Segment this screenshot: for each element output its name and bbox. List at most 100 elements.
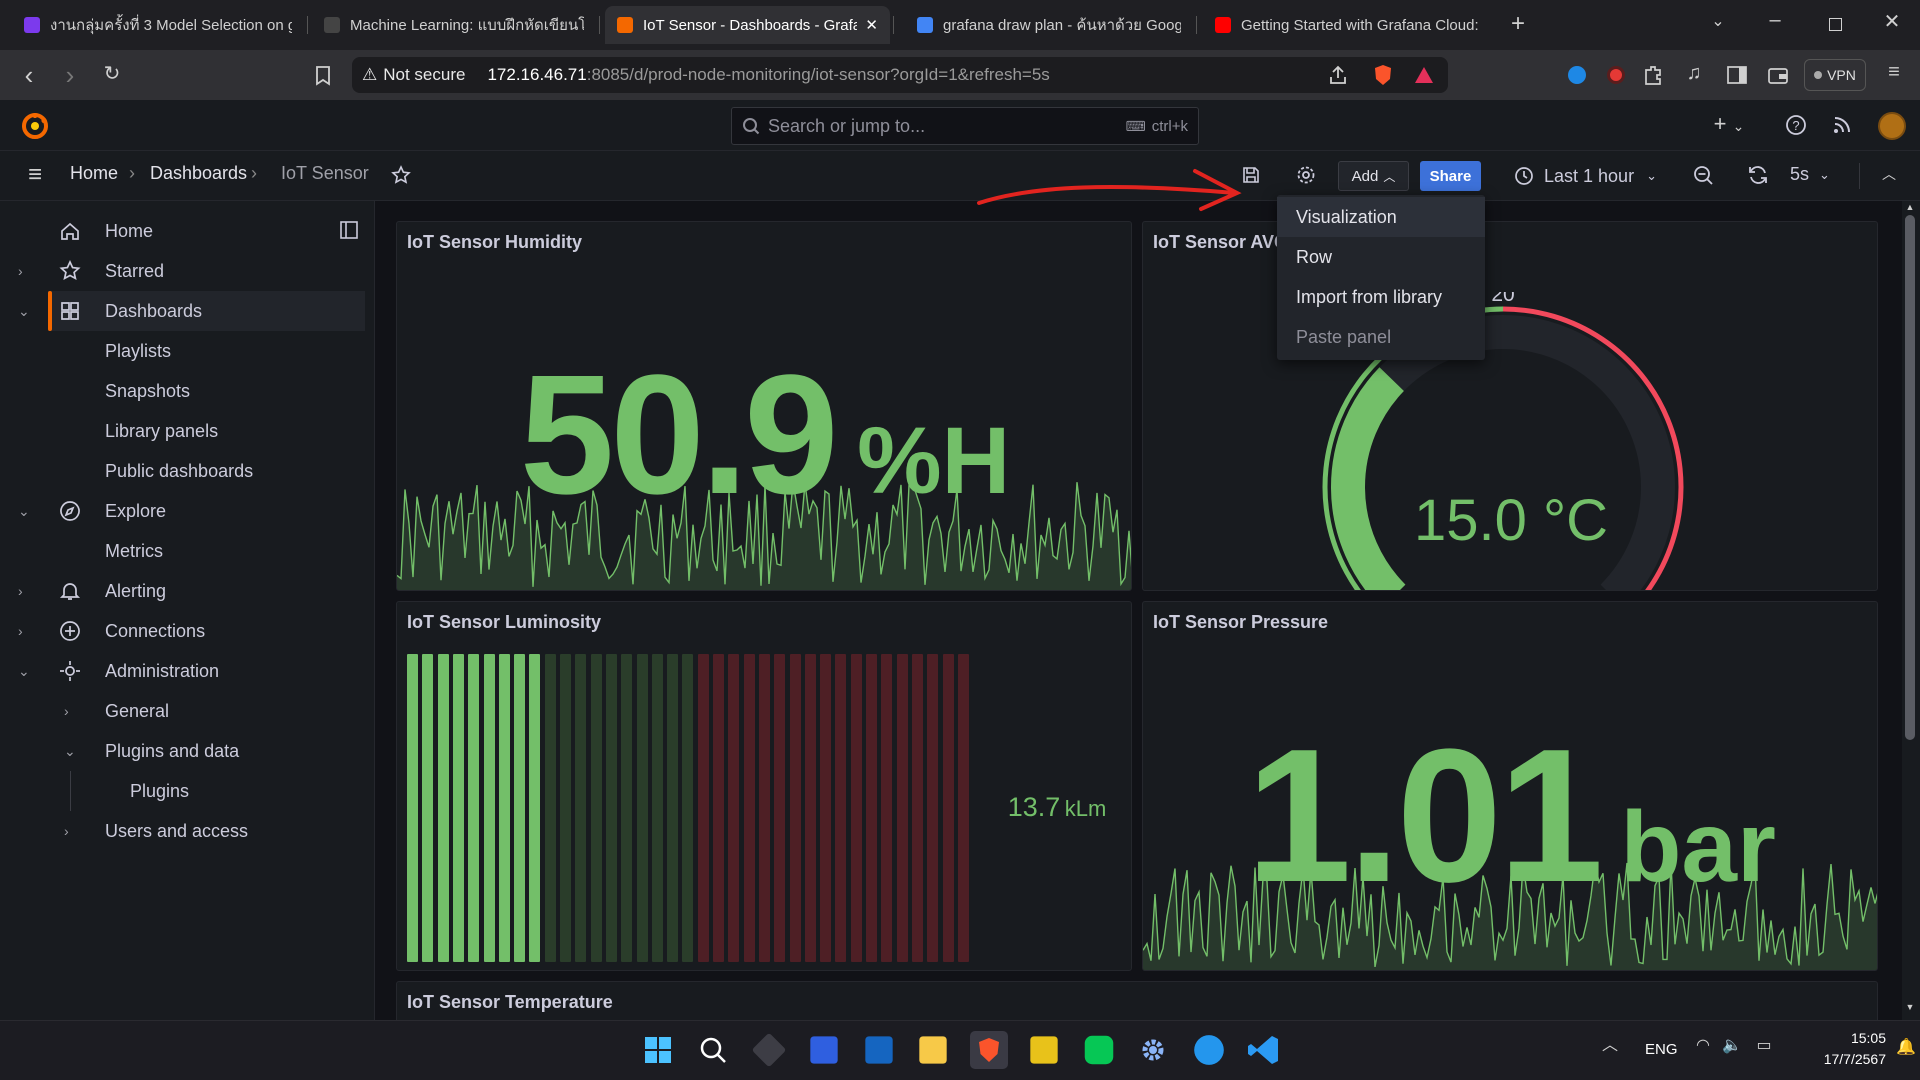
browser-tab[interactable]: IoT Sensor - Dashboards - Grafana ✕ <box>605 6 890 44</box>
sidebar-item-library-panels[interactable]: Library panels <box>0 411 365 451</box>
security-label: Not secure <box>383 65 466 84</box>
sidebar-item-explore[interactable]: ⌄ Explore <box>0 491 365 531</box>
language-indicator[interactable]: ENG <box>1645 1041 1678 1058</box>
close-tab-icon[interactable]: ✕ <box>857 16 878 34</box>
sidebar-item-dashboards[interactable]: ⌄ Dashboards <box>18 291 365 331</box>
sidebar-item-plugins-and-data[interactable]: ⌄ Plugins and data <box>0 731 365 771</box>
sidebar-item-snapshots[interactable]: Snapshots <box>0 371 365 411</box>
file-explorer-icon[interactable] <box>919 1036 947 1064</box>
taskbar-app-icon[interactable] <box>865 1036 893 1064</box>
media-icon[interactable]: ♫ <box>1683 63 1705 83</box>
chevron-right-icon[interactable]: › <box>18 623 23 639</box>
star-favorite-icon[interactable] <box>391 165 411 185</box>
refresh-interval-picker[interactable]: 5s ⌄ <box>1790 164 1830 185</box>
brave-browser-icon[interactable] <box>970 1031 1008 1069</box>
dashboard-settings-icon[interactable] <box>1296 165 1316 185</box>
close-window-button[interactable]: ✕ <box>1880 12 1904 32</box>
reload-icon[interactable]: ↻ <box>100 64 124 84</box>
breadcrumb-dashboards[interactable]: Dashboards <box>150 163 247 184</box>
brave-rewards-icon[interactable] <box>1413 65 1435 85</box>
chevron-right-icon[interactable]: › <box>18 583 23 599</box>
menu-item-import-from-library[interactable]: Import from library <box>1277 277 1485 317</box>
panel-avg-gauge[interactable]: IoT Sensor AVG 52035 15.0 °C <box>1142 221 1878 591</box>
line-app-icon[interactable] <box>1084 1035 1114 1065</box>
notification-bell-icon[interactable]: 🔔 <box>1896 1040 1916 1056</box>
user-avatar[interactable] <box>1878 112 1906 140</box>
scroll-down-icon[interactable]: ▼ <box>1903 1003 1917 1012</box>
wifi-icon[interactable]: ◠ <box>1693 1038 1713 1054</box>
browser-tab[interactable]: Machine Learning: แบบฝึกหัดเขียนโปรแ <box>312 6 596 44</box>
chevron-right-icon[interactable]: › <box>18 263 23 279</box>
time-range-picker[interactable]: Last 1 hour ⌄ <box>1514 161 1657 191</box>
panel-luminosity[interactable]: IoT Sensor Luminosity 13.7 kLm <box>396 601 1132 971</box>
add-button[interactable]: Add ︿ <box>1338 161 1409 191</box>
menu-item-visualization[interactable]: Visualization <box>1277 197 1485 237</box>
chevron-right-icon[interactable]: › <box>64 823 69 839</box>
brave-shield-icon[interactable] <box>1372 63 1394 87</box>
scrollbar-thumb[interactable] <box>1905 215 1915 740</box>
search-input[interactable]: Search or jump to... ⌨ ctrl+k <box>731 107 1199 145</box>
maximize-button[interactable] <box>1829 18 1842 31</box>
sidebar-item-connections[interactable]: › Connections <box>0 611 365 651</box>
panel-humidity[interactable]: IoT Sensor Humidity 50.9 %H <box>396 221 1132 591</box>
battery-icon[interactable]: ▭ <box>1754 1038 1774 1054</box>
help-icon[interactable]: ? <box>1785 114 1807 136</box>
tab-search-chevron-icon[interactable]: ⌄ <box>1706 14 1730 30</box>
share-button[interactable]: Share <box>1420 161 1481 191</box>
sidebar-item-plugins[interactable]: Plugins <box>0 771 365 811</box>
new-plus-icon[interactable]: + ⌄ <box>1709 113 1749 135</box>
chevron-right-icon[interactable]: › <box>64 703 69 719</box>
sidebar-item-public-dashboards[interactable]: Public dashboards <box>0 451 365 491</box>
browser-tab[interactable]: งานกลุ่มครั้งที่ 3 Model Selection on go <box>12 6 304 44</box>
sidebar-item-administration[interactable]: ⌄ Administration <box>0 651 365 691</box>
browser-menu-icon[interactable]: ≡ <box>1882 62 1906 82</box>
browser-tab[interactable]: grafana draw plan - ค้นหาด้วย Google <box>905 6 1193 44</box>
forward-icon[interactable]: › <box>58 62 82 88</box>
sidebar-item-playlists[interactable]: Playlists <box>0 331 365 371</box>
clock-time[interactable]: 15:05 <box>1830 1030 1886 1046</box>
grafana-logo-icon[interactable] <box>20 111 50 141</box>
share-page-icon[interactable] <box>1327 64 1349 86</box>
chevron-down-icon[interactable]: ⌄ <box>64 743 76 760</box>
vpn-button[interactable]: VPN <box>1804 59 1866 91</box>
docker-icon[interactable] <box>1194 1035 1224 1065</box>
menu-item-row[interactable]: Row <box>1277 237 1485 277</box>
browser-tab[interactable]: Getting Started with Grafana Cloud: I <box>1203 6 1493 44</box>
sidebar-item-metrics[interactable]: Metrics <box>0 531 365 571</box>
sidebar-item-alerting[interactable]: › Alerting <box>0 571 365 611</box>
pdf-app-icon[interactable] <box>1030 1036 1058 1064</box>
back-icon[interactable]: ‹ <box>17 62 41 88</box>
url-bar[interactable]: ⚠ Not secure 172.16.46.71 :8085/d/prod-n… <box>352 57 1448 93</box>
sidebar-toggle-icon[interactable] <box>1726 65 1748 85</box>
taskbar-search-icon[interactable] <box>694 1031 732 1069</box>
new-tab-button[interactable]: + <box>1505 12 1531 36</box>
chevron-down-icon[interactable]: ⌄ <box>18 503 30 520</box>
windows-start-icon[interactable] <box>639 1031 677 1069</box>
volume-icon[interactable]: 🔈 <box>1722 1038 1742 1054</box>
zoom-out-icon[interactable] <box>1693 165 1715 187</box>
news-rss-icon[interactable] <box>1832 115 1852 135</box>
extensions-puzzle-icon[interactable] <box>1642 64 1664 86</box>
clock-date[interactable]: 17/7/2567 <box>1790 1051 1886 1067</box>
extension-blue-icon[interactable] <box>1568 66 1586 84</box>
chevron-down-icon[interactable]: ⌄ <box>18 303 30 320</box>
refresh-icon[interactable] <box>1747 164 1769 186</box>
sidebar-item-home[interactable]: Home <box>0 211 365 251</box>
wallet-icon[interactable] <box>1767 65 1789 85</box>
breadcrumb-home[interactable]: Home <box>70 163 118 184</box>
extension-record-icon[interactable] <box>1607 66 1625 84</box>
settings-gear-icon[interactable] <box>1134 1031 1172 1069</box>
sidebar-item-general[interactable]: › General <box>0 691 365 731</box>
menu-hamburger-icon[interactable]: ≡ <box>20 163 50 187</box>
chevron-down-icon[interactable]: ⌄ <box>18 663 30 680</box>
sidebar-item-starred[interactable]: › Starred <box>0 251 365 291</box>
taskbar-app-icon[interactable] <box>810 1036 838 1064</box>
collapse-chevron-icon[interactable]: ︿ <box>1879 167 1899 181</box>
vscode-icon[interactable] <box>1245 1031 1283 1069</box>
minimize-button[interactable]: – <box>1763 10 1787 30</box>
tray-chevron-icon[interactable]: ︿ <box>1600 1038 1620 1054</box>
bookmark-icon[interactable] <box>313 65 333 87</box>
sidebar-item-users-and-access[interactable]: › Users and access <box>0 811 365 851</box>
panel-pressure[interactable]: IoT Sensor Pressure 1.01 bar <box>1142 601 1878 971</box>
scroll-up-icon[interactable]: ▲ <box>1903 203 1917 212</box>
